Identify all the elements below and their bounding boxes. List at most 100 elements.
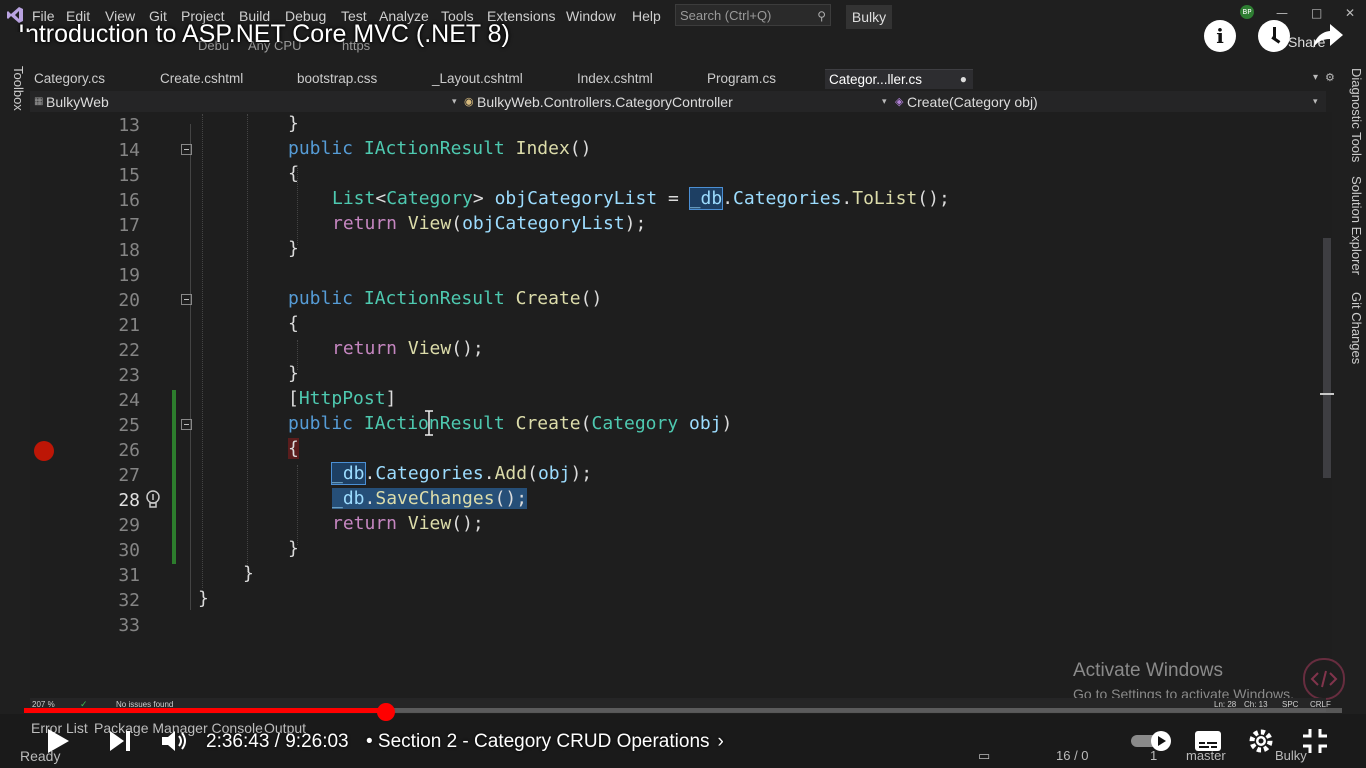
solution-explorer-tab[interactable]: Solution Explorer xyxy=(1340,176,1364,275)
code-line[interactable]: } xyxy=(243,563,254,584)
code-line[interactable]: { xyxy=(288,313,299,334)
code-token: [ xyxy=(288,388,299,409)
code-token: . xyxy=(722,188,734,209)
code-logo-icon xyxy=(1310,670,1338,688)
code-token: } xyxy=(288,363,299,384)
code-token: objCategoryList xyxy=(494,188,658,209)
project-icon: ▦ xyxy=(34,96,44,107)
code-token: Index xyxy=(515,138,570,159)
code-token: List xyxy=(332,188,376,209)
code-line[interactable]: } xyxy=(288,238,299,259)
tab-create-cshtml[interactable]: Create.cshtml xyxy=(160,69,243,88)
video-chapter[interactable]: • Section 2 - Category CRUD Operations › xyxy=(366,731,724,753)
code-line[interactable]: [HttpPost] xyxy=(288,388,396,409)
close-icon[interactable]: ✕ xyxy=(1345,6,1355,20)
code-line[interactable]: public IActionResult Index() xyxy=(288,138,591,159)
search-box[interactable]: Search (Ctrl+Q) ⚲ xyxy=(675,4,831,26)
line-number: 20 xyxy=(118,290,140,311)
volume-icon[interactable] xyxy=(160,728,188,754)
tab-category-cs[interactable]: Category.cs xyxy=(34,69,105,88)
collapse-toggle-icon[interactable] xyxy=(181,144,192,155)
code-line[interactable]: } xyxy=(288,363,299,384)
tab-label: Categor...ller.cs xyxy=(829,72,923,87)
code-line[interactable]: public IActionResult Create(Category obj… xyxy=(288,413,732,434)
tab-layout-cshtml[interactable]: _Layout.cshtml xyxy=(432,69,523,88)
code-line[interactable]: { xyxy=(288,438,299,459)
code-line[interactable]: return View(objCategoryList); xyxy=(332,213,646,234)
video-progress-bar[interactable] xyxy=(24,708,1342,713)
tab-modified-dot-icon[interactable]: ● xyxy=(960,70,967,89)
code-line[interactable]: return View(); xyxy=(332,513,484,534)
scroll-position-marker xyxy=(1320,393,1334,395)
tab-overflow-chevron-icon[interactable]: ▾ xyxy=(1313,72,1318,83)
status-bar-icon[interactable]: ▭ xyxy=(978,748,990,764)
code-line[interactable]: } xyxy=(288,113,299,134)
collapse-toggle-icon[interactable] xyxy=(181,419,192,430)
channel-watermark-logo[interactable] xyxy=(1303,658,1345,700)
info-icon[interactable]: i xyxy=(1204,20,1236,52)
code-token: ] xyxy=(385,388,397,409)
menu-help[interactable]: Help xyxy=(632,8,661,24)
tab-program-cs[interactable]: Program.cs xyxy=(707,69,776,88)
scrollbar-thumb[interactable] xyxy=(1323,238,1331,478)
code-token: . xyxy=(841,188,853,209)
watch-later-icon[interactable] xyxy=(1258,20,1290,52)
toolbox-tab[interactable]: Toolbox xyxy=(2,66,26,111)
code-line[interactable]: return View(); xyxy=(332,338,484,359)
git-branch[interactable]: master xyxy=(1186,748,1226,763)
repository-name[interactable]: Bulky xyxy=(1275,748,1307,763)
tab-index-cshtml[interactable]: Index.cshtml xyxy=(577,69,653,88)
video-title[interactable]: Introduction to ASP.NET Core MVC (.NET 8… xyxy=(18,20,510,49)
minimize-icon[interactable]: — xyxy=(1276,6,1288,20)
tab-category-controller[interactable]: Categor...ller.cs ● xyxy=(825,69,973,89)
nav-dropdown-chevron-icon[interactable]: ▾ xyxy=(1313,97,1318,107)
diagnostic-tools-tab[interactable]: Diagnostic Tools xyxy=(1340,68,1364,162)
nav-dropdown-chevron-icon[interactable]: ▾ xyxy=(882,97,887,107)
class-icon: ◉ xyxy=(464,95,474,108)
settings-gear-icon[interactable]: ⚙ xyxy=(1325,71,1335,84)
code-token: . xyxy=(364,488,376,509)
play-icon[interactable] xyxy=(46,728,70,754)
line-number: 18 xyxy=(118,240,140,261)
tab-bootstrap-css[interactable]: bootstrap.css xyxy=(297,69,377,88)
code-line[interactable]: _db.SaveChanges(); xyxy=(332,488,528,509)
code-line[interactable]: _db.Categories.Add(obj); xyxy=(331,462,592,485)
code-line[interactable]: public IActionResult Create() xyxy=(288,288,602,309)
lightbulb-icon[interactable] xyxy=(144,490,162,510)
breakpoint-icon[interactable] xyxy=(34,441,54,461)
video-scrubber-handle[interactable] xyxy=(377,703,395,721)
code-token: > xyxy=(472,188,495,209)
next-video-icon[interactable] xyxy=(108,730,132,752)
nav-member-dropdown[interactable]: Create(Category obj) xyxy=(907,94,1038,110)
text-cursor-icon xyxy=(425,410,433,436)
code-line[interactable]: List<Category> objCategoryList = _db.Cat… xyxy=(332,187,950,210)
sync-status[interactable]: 16 / 0 xyxy=(1056,748,1089,763)
code-token: () xyxy=(569,138,592,159)
code-token: public xyxy=(288,138,354,159)
code-token: IActionResult xyxy=(363,413,505,434)
settings-icon[interactable] xyxy=(1248,728,1274,754)
line-number: 23 xyxy=(118,365,140,386)
code-line[interactable]: } xyxy=(198,588,209,609)
code-token: public xyxy=(288,288,354,309)
maximize-icon[interactable]: □ xyxy=(1311,6,1322,20)
code-line[interactable]: } xyxy=(288,538,299,559)
pending-changes[interactable]: 1 xyxy=(1150,748,1157,763)
collapse-toggle-icon[interactable] xyxy=(181,294,192,305)
git-changes-tab[interactable]: Git Changes xyxy=(1340,292,1364,364)
code-token: _db xyxy=(331,462,366,485)
nav-dropdown-chevron-icon[interactable]: ▾ xyxy=(452,97,457,107)
code-token: Create xyxy=(515,288,581,309)
nav-class-dropdown[interactable]: BulkyWeb.Controllers.CategoryController xyxy=(477,94,733,110)
menu-window[interactable]: Window xyxy=(566,8,616,24)
nav-project-dropdown[interactable]: BulkyWeb xyxy=(46,94,109,110)
chapter-title: • Section 2 - Category CRUD Operations xyxy=(366,731,710,752)
code-token: return xyxy=(332,213,398,234)
account-avatar[interactable]: BP xyxy=(1240,5,1254,19)
share-icon[interactable] xyxy=(1312,22,1344,50)
code-token: obj xyxy=(537,463,571,484)
code-line[interactable]: { xyxy=(288,163,299,184)
